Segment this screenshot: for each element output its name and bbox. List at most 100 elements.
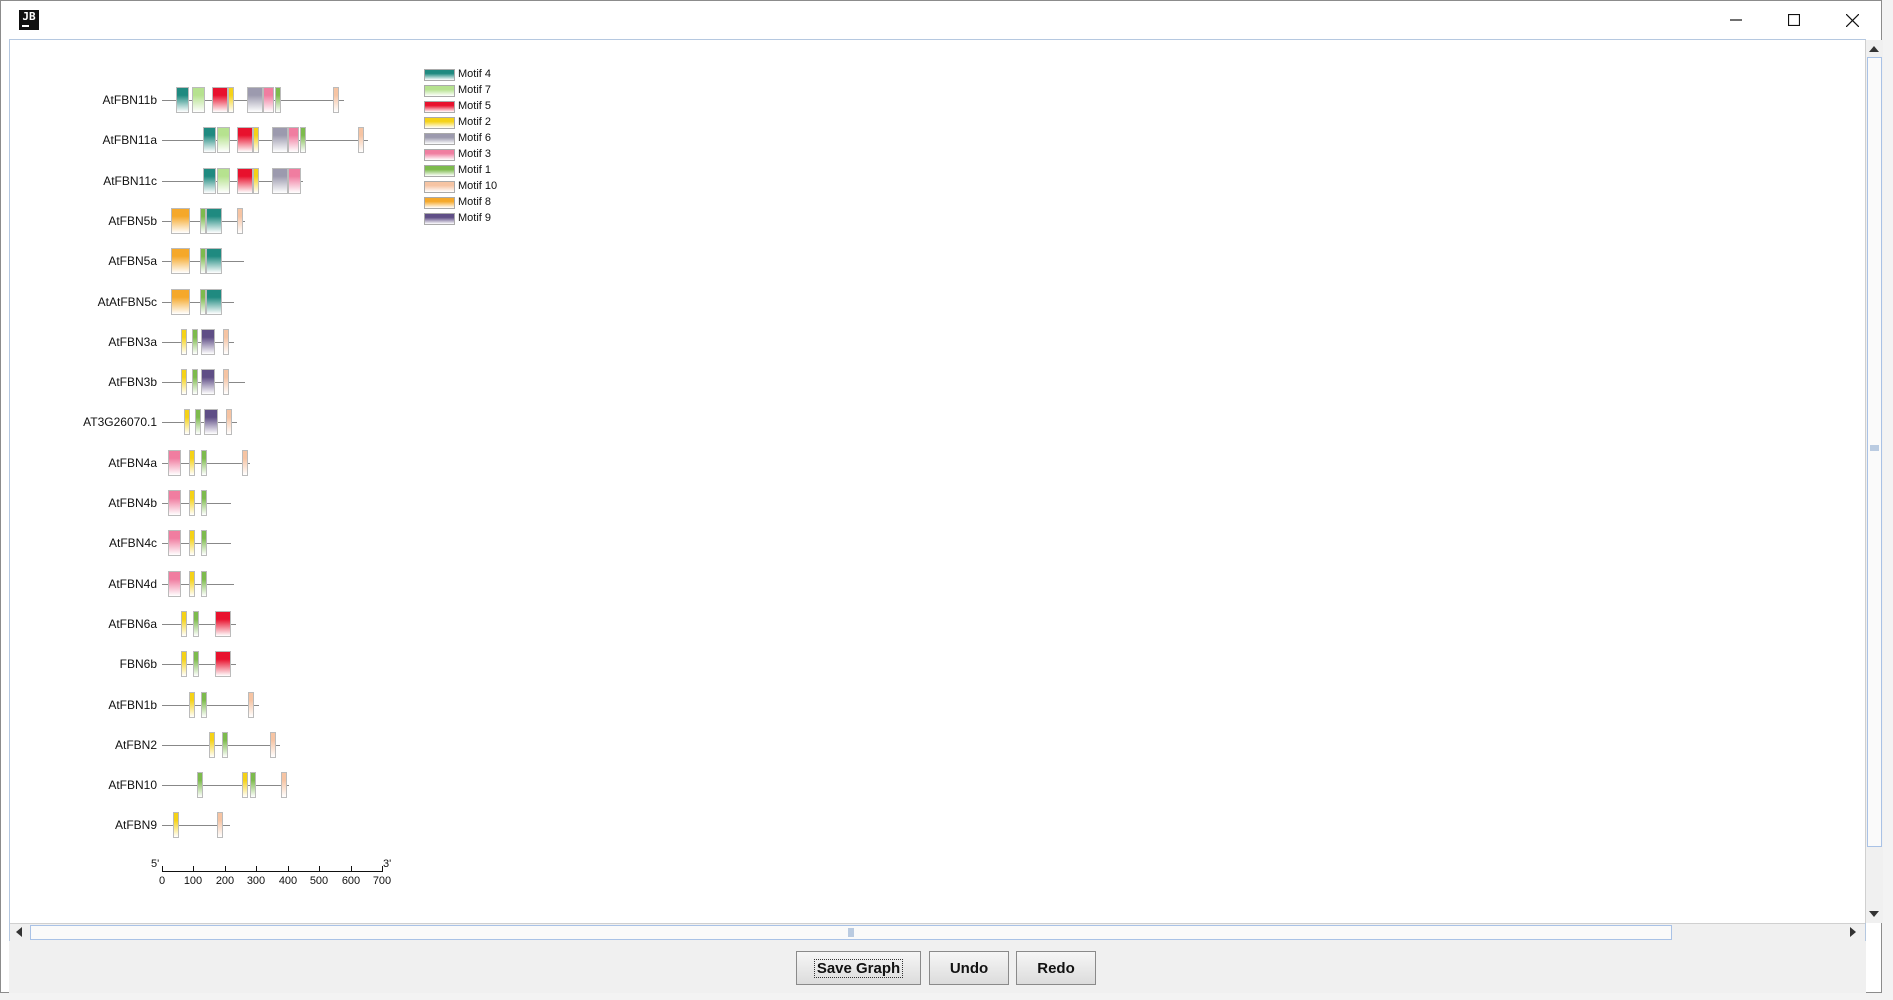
motif-block[interactable] bbox=[201, 329, 215, 355]
motif-block[interactable] bbox=[253, 127, 259, 153]
motif-block[interactable] bbox=[201, 571, 207, 597]
legend-swatch bbox=[424, 149, 455, 161]
motif-block[interactable] bbox=[223, 369, 229, 395]
button-bar: Save Graph Undo Redo bbox=[9, 941, 1866, 993]
axis-tick bbox=[382, 866, 383, 872]
motif-block[interactable] bbox=[192, 87, 205, 113]
motif-block[interactable] bbox=[281, 772, 287, 798]
redo-button[interactable]: Redo bbox=[1016, 951, 1096, 985]
motif-block[interactable] bbox=[275, 87, 281, 113]
motif-block[interactable] bbox=[168, 490, 181, 516]
motif-block[interactable] bbox=[189, 692, 195, 718]
motif-block[interactable] bbox=[201, 450, 207, 476]
motif-block[interactable] bbox=[192, 329, 198, 355]
motif-block[interactable] bbox=[270, 732, 276, 758]
motif-block[interactable] bbox=[217, 168, 230, 194]
legend-label: Motif 4 bbox=[458, 68, 492, 80]
gene-name: AtFBN3a bbox=[108, 335, 157, 349]
motif-block[interactable] bbox=[181, 369, 187, 395]
motif-block[interactable] bbox=[189, 530, 195, 556]
motif-block[interactable] bbox=[181, 329, 187, 355]
scroll-right-icon[interactable] bbox=[1847, 924, 1859, 940]
motif-block[interactable] bbox=[217, 812, 223, 838]
motif-block[interactable] bbox=[197, 772, 203, 798]
motif-block[interactable] bbox=[217, 127, 230, 153]
scroll-down-icon[interactable] bbox=[1866, 908, 1882, 920]
motif-block[interactable] bbox=[193, 611, 199, 637]
motif-block[interactable] bbox=[201, 692, 207, 718]
motif-block[interactable] bbox=[223, 329, 229, 355]
motif-block[interactable] bbox=[192, 369, 198, 395]
minimize-button[interactable] bbox=[1707, 1, 1765, 39]
motif-block[interactable] bbox=[201, 490, 207, 516]
motif-block[interactable] bbox=[206, 248, 222, 274]
maximize-button[interactable] bbox=[1765, 1, 1823, 39]
title-bar[interactable]: JB bbox=[1, 1, 1881, 39]
close-button[interactable] bbox=[1823, 1, 1881, 39]
motif-block[interactable] bbox=[263, 87, 274, 113]
motif-block[interactable] bbox=[248, 692, 254, 718]
motif-block[interactable] bbox=[168, 450, 181, 476]
motif-block[interactable] bbox=[215, 611, 231, 637]
motif-block[interactable] bbox=[203, 168, 216, 194]
motif-block[interactable] bbox=[237, 208, 243, 234]
motif-block[interactable] bbox=[184, 409, 190, 435]
motif-block[interactable] bbox=[176, 87, 189, 113]
motif-block[interactable] bbox=[203, 127, 216, 153]
motif-block[interactable] bbox=[204, 409, 218, 435]
legend-label: Motif 3 bbox=[458, 148, 492, 160]
scroll-left-icon[interactable] bbox=[13, 924, 25, 940]
motif-block[interactable] bbox=[209, 732, 215, 758]
save-graph-button[interactable]: Save Graph bbox=[796, 951, 921, 985]
motif-block[interactable] bbox=[222, 732, 228, 758]
motif-block[interactable] bbox=[250, 772, 256, 798]
gene-name: AtFBN5a bbox=[108, 254, 157, 268]
motif-block[interactable] bbox=[272, 168, 288, 194]
motif-block[interactable] bbox=[358, 127, 364, 153]
motif-block[interactable] bbox=[237, 168, 253, 194]
motif-block[interactable] bbox=[237, 127, 253, 153]
motif-block[interactable] bbox=[247, 87, 263, 113]
motif-block[interactable] bbox=[168, 571, 181, 597]
motif-block[interactable] bbox=[189, 571, 195, 597]
motif-block[interactable] bbox=[300, 127, 306, 153]
motif-block[interactable] bbox=[253, 168, 259, 194]
motif-block[interactable] bbox=[168, 530, 181, 556]
motif-block[interactable] bbox=[242, 450, 248, 476]
axis-tick bbox=[256, 866, 257, 872]
undo-button[interactable]: Undo bbox=[929, 951, 1009, 985]
horizontal-scrollbar[interactable] bbox=[10, 923, 1865, 941]
vertical-scrollbar[interactable] bbox=[1865, 40, 1883, 923]
motif-block[interactable] bbox=[228, 87, 234, 113]
motif-block[interactable] bbox=[206, 208, 222, 234]
grip-icon bbox=[1870, 445, 1879, 451]
motif-block[interactable] bbox=[201, 530, 207, 556]
motif-block[interactable] bbox=[206, 289, 222, 315]
horizontal-scroll-thumb[interactable] bbox=[30, 925, 1672, 940]
motif-block[interactable] bbox=[215, 651, 231, 677]
axis-tick bbox=[193, 866, 194, 872]
motif-block[interactable] bbox=[189, 450, 195, 476]
legend-swatch bbox=[424, 69, 455, 81]
motif-block[interactable] bbox=[195, 409, 201, 435]
legend-label: Motif 5 bbox=[458, 100, 492, 112]
scroll-up-icon[interactable] bbox=[1866, 43, 1882, 55]
motif-block[interactable] bbox=[212, 87, 228, 113]
motif-block[interactable] bbox=[333, 87, 339, 113]
motif-block[interactable] bbox=[171, 248, 190, 274]
vertical-scroll-thumb[interactable] bbox=[1867, 57, 1882, 847]
motif-block[interactable] bbox=[201, 369, 215, 395]
motif-block[interactable] bbox=[173, 812, 179, 838]
motif-block[interactable] bbox=[226, 409, 232, 435]
motif-block[interactable] bbox=[288, 168, 301, 194]
motif-block[interactable] bbox=[181, 651, 187, 677]
motif-block[interactable] bbox=[189, 490, 195, 516]
motif-block[interactable] bbox=[171, 289, 190, 315]
motif-block[interactable] bbox=[242, 772, 248, 798]
motif-block[interactable] bbox=[193, 651, 199, 677]
motif-block[interactable] bbox=[171, 208, 190, 234]
axis-tick bbox=[225, 866, 226, 872]
motif-block[interactable] bbox=[181, 611, 187, 637]
motif-block[interactable] bbox=[272, 127, 288, 153]
motif-block[interactable] bbox=[288, 127, 299, 153]
